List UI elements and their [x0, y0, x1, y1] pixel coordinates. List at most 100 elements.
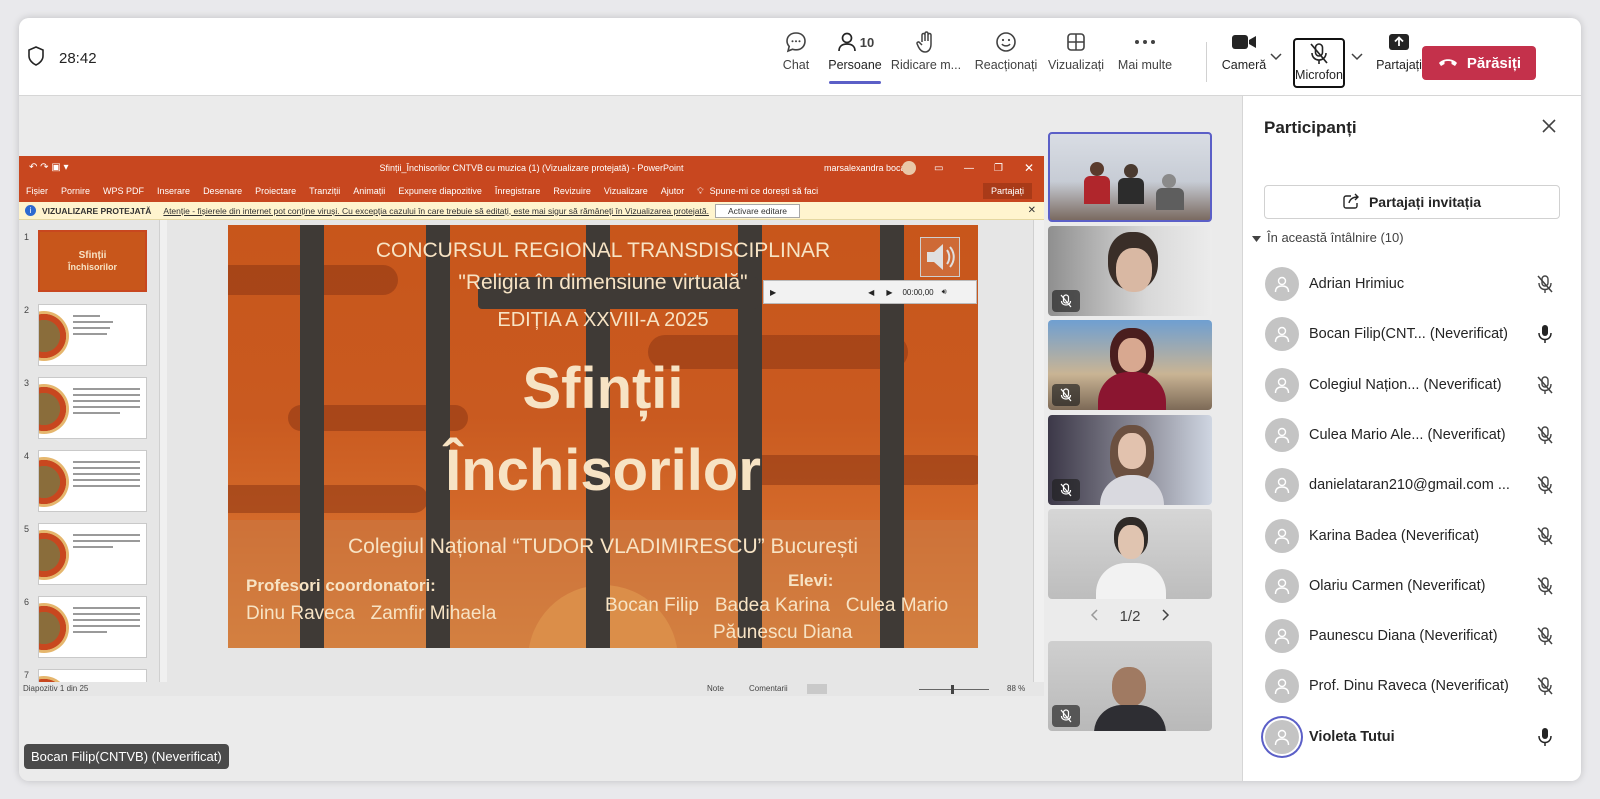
- participant-name: Karina Badea (Neverificat): [1309, 527, 1480, 544]
- current-slide: CONCURSUL REGIONAL TRANSDISCIPLINAR "Rel…: [228, 225, 978, 648]
- camera-icon: [1231, 26, 1257, 58]
- ribbon-tab[interactable]: WPS PDF: [103, 186, 144, 196]
- participant-row[interactable]: Culea Mario Ale... (Neverificat): [1265, 415, 1561, 455]
- enable-editing-button[interactable]: Activare editare: [714, 203, 801, 218]
- person-face: [1118, 338, 1146, 372]
- participant-row[interactable]: Prof. Dinu Raveca (Neverificat): [1265, 666, 1561, 706]
- chevron-right-icon[interactable]: [1162, 608, 1170, 625]
- ribbon-tab[interactable]: Proiectare: [255, 186, 296, 196]
- video-tile[interactable]: [1048, 509, 1212, 599]
- presenter-name-label: Bocan Filip(CNTVB) (Neverificat): [24, 744, 229, 769]
- participant-row[interactable]: Violeta Tutui: [1265, 717, 1561, 757]
- mic-off-icon: [1533, 425, 1557, 445]
- camera-options-chevron-icon[interactable]: [1270, 48, 1282, 66]
- ribbon-display-icon[interactable]: ▭: [934, 163, 943, 174]
- participant-row[interactable]: danielataran210@gmail.com ...: [1265, 465, 1561, 505]
- slide-thumbnail[interactable]: [38, 523, 147, 585]
- slide-thumbnail[interactable]: [38, 596, 147, 658]
- thumb-number: 3: [24, 378, 30, 388]
- camera-button[interactable]: Cameră: [1220, 26, 1268, 88]
- people-count: 10: [859, 34, 875, 50]
- microphone-button[interactable]: Microfon: [1293, 38, 1345, 88]
- avatar: [1265, 468, 1299, 503]
- ribbon-tab[interactable]: Animații: [353, 186, 385, 196]
- notes-button[interactable]: Note: [707, 684, 724, 693]
- participant-row[interactable]: Karina Badea (Neverificat): [1265, 516, 1561, 556]
- raise-hand-button[interactable]: Ridicare m...: [889, 26, 963, 88]
- timer-text: 28:42: [59, 49, 97, 67]
- comments-button[interactable]: Comentarii: [749, 684, 788, 693]
- slide-thumbnail[interactable]: [38, 304, 147, 366]
- slide-scrollbar[interactable]: [1033, 220, 1044, 682]
- chat-button[interactable]: Chat: [772, 26, 820, 88]
- video-tile[interactable]: [1048, 415, 1212, 505]
- ribbon-tab[interactable]: Pornire: [61, 186, 90, 196]
- thumb-number: 4: [24, 451, 30, 461]
- audio-player-controls[interactable]: ▶ ◀ ▶ 00:00,00 🔊︎: [763, 280, 977, 304]
- video-tile[interactable]: [1048, 641, 1212, 731]
- video-tile[interactable]: [1048, 320, 1212, 410]
- avatar: [1265, 719, 1299, 754]
- chevron-left-icon[interactable]: [1090, 608, 1098, 625]
- play-icon[interactable]: ▶: [770, 288, 776, 297]
- react-button[interactable]: Reacționați: [974, 26, 1038, 88]
- participant-row[interactable]: Bocan Filip(CNT... (Neverificat): [1265, 314, 1561, 354]
- people-button[interactable]: 10 Persoane: [825, 26, 885, 88]
- slide-thumbnail[interactable]: [38, 450, 147, 512]
- thumbnail-scrollbar[interactable]: [159, 220, 167, 682]
- ppt-user-avatar: [902, 161, 916, 175]
- view-button[interactable]: Vizualizați: [1046, 26, 1106, 88]
- ribbon-tab[interactable]: Inserare: [157, 186, 190, 196]
- zoom-slider[interactable]: [919, 689, 989, 690]
- participant-row[interactable]: Paunescu Diana (Neverificat): [1265, 616, 1561, 656]
- avatar: [1265, 518, 1299, 553]
- participant-name: Adrian Hrimiuc: [1309, 276, 1405, 292]
- mic-off-icon: [1308, 40, 1330, 68]
- slide-thumbnail[interactable]: Sfinții Închisorilor: [38, 230, 147, 292]
- mic-options-chevron-icon[interactable]: [1351, 48, 1363, 66]
- rewind-icon[interactable]: ◀: [868, 288, 874, 297]
- slide-title-line2: Închisorilor: [445, 438, 761, 503]
- share-button[interactable]: Partajați: [1371, 26, 1427, 88]
- more-label: Mai multe: [1117, 58, 1173, 72]
- speaker-icon[interactable]: [920, 237, 960, 277]
- person-face: [1112, 667, 1146, 707]
- minimize-icon[interactable]: —: [964, 163, 974, 174]
- close-warning-icon[interactable]: ✕: [1028, 205, 1036, 216]
- more-button[interactable]: Mai multe: [1115, 26, 1175, 88]
- in-meeting-section-toggle[interactable]: În această întâlnire (10): [1252, 230, 1404, 245]
- ribbon-tab[interactable]: Tranziții: [309, 186, 340, 196]
- shared-powerpoint-window[interactable]: ↶ ↷ ▣ ▾ Sfinții_Închisorilor CNTVB cu mu…: [19, 156, 1044, 696]
- ribbon-tab[interactable]: Înregistrare: [495, 186, 541, 196]
- close-window-icon[interactable]: ✕: [1024, 161, 1034, 175]
- ribbon-tab[interactable]: Revizuire: [553, 186, 591, 196]
- ribbon-tab[interactable]: Expunere diapozitive: [398, 186, 482, 196]
- participant-row[interactable]: Adrian Hrimiuc: [1265, 264, 1561, 304]
- normal-view-icon[interactable]: [807, 684, 827, 694]
- video-tile[interactable]: [1048, 226, 1212, 316]
- ppt-share-button[interactable]: Partajați: [982, 183, 1032, 199]
- avatar: [1265, 568, 1299, 603]
- tell-me-search[interactable]: Spune-mi ce dorești să faci: [710, 186, 819, 196]
- ribbon-tab[interactable]: Ajutor: [661, 186, 685, 196]
- volume-icon[interactable]: 🔊︎: [942, 287, 947, 297]
- zoom-slider-thumb[interactable]: [951, 685, 954, 694]
- ribbon-tab[interactable]: Desenare: [203, 186, 242, 196]
- participant-row[interactable]: Olariu Carmen (Neverificat): [1265, 566, 1561, 606]
- forward-icon[interactable]: ▶: [886, 288, 892, 297]
- slide-thumbnail[interactable]: [38, 377, 147, 439]
- raise-hand-label: Ridicare m...: [890, 58, 962, 72]
- video-tile[interactable]: [1048, 132, 1212, 222]
- slide-thumbnail[interactable]: [38, 669, 147, 683]
- ribbon-tab[interactable]: Vizualizare: [604, 186, 648, 196]
- zoom-level: 88 %: [1007, 684, 1026, 693]
- participant-row[interactable]: Colegiul Națion... (Neverificat): [1265, 365, 1561, 405]
- participant-name: Colegiul Națion... (Neverificat): [1309, 376, 1502, 393]
- leave-button[interactable]: Părăsiți: [1422, 46, 1536, 80]
- maximize-icon[interactable]: ❐: [994, 163, 1003, 174]
- share-invite-button[interactable]: Partajați invitația: [1264, 185, 1560, 219]
- ribbon-tab[interactable]: Fișier: [26, 186, 48, 196]
- close-panel-icon[interactable]: [1541, 118, 1557, 139]
- slide-students-label: Elevi:: [788, 571, 834, 590]
- shield-icon: [27, 46, 45, 70]
